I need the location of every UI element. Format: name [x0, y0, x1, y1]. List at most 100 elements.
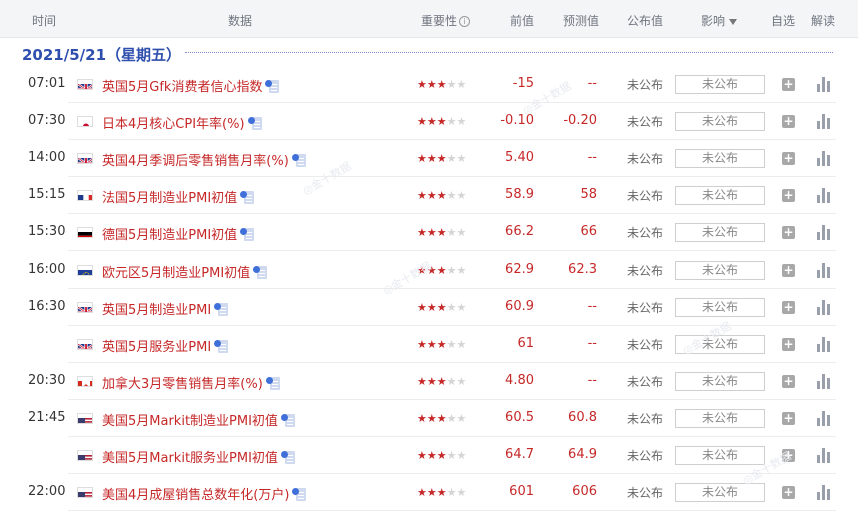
report-icon[interactable]	[291, 154, 306, 168]
chart-icon[interactable]	[817, 448, 831, 463]
table-row[interactable]: 美国5月Markit服务业PMI初值 ★★★★★ 64.7 64.9 未公布 未公布 +	[0, 437, 858, 474]
table-row[interactable]: 15:30 德国5月制造业PMI初值 ★★★★★ 66.2 66 未公布 未公布 +	[0, 214, 858, 252]
star-filled-icon: ★★★	[417, 263, 447, 277]
table-row[interactable]: 14:00 英国4月季调后零售销售月率(%) ★★★★★ 5.40 -- 未公布 未公布 +	[0, 140, 858, 178]
chart-icon[interactable]	[817, 373, 831, 389]
report-icon[interactable]	[265, 376, 280, 390]
header-forecast: 预测值	[563, 14, 600, 28]
add-watch-button[interactable]: +	[782, 300, 795, 314]
event-name-link[interactable]: 美国5月Markit服务业PMI初值	[102, 447, 295, 466]
star-empty-icon: ★★	[446, 374, 467, 388]
published-value: 未公布	[627, 226, 664, 241]
event-time: 15:30	[28, 224, 66, 240]
add-watch-button[interactable]: +	[782, 337, 795, 351]
add-watch-button[interactable]: +	[782, 449, 795, 462]
add-watch-button[interactable]: +	[782, 152, 795, 166]
table-row[interactable]: 07:01 英国5月Gfk消费者信心指数 ★★★★★ -15 -- 未公布 未公布 +	[0, 66, 858, 103]
impact-box: 未公布	[675, 483, 765, 503]
add-watch-button[interactable]: +	[782, 263, 795, 277]
chart-icon[interactable]	[817, 410, 831, 426]
gb-flag-icon	[77, 153, 93, 165]
de-flag-icon	[77, 227, 93, 239]
event-name-link[interactable]: 英国5月制造业PMI	[102, 299, 229, 318]
chart-icon[interactable]	[817, 151, 831, 167]
report-icon[interactable]	[280, 413, 295, 427]
table-row[interactable]: 21:45 美国5月Markit制造业PMI初值 ★★★★★ 60.5 60.8 未公布未…	[0, 400, 858, 437]
report-icon[interactable]	[265, 80, 280, 93]
chart-icon[interactable]	[817, 114, 831, 130]
table-row[interactable]: 22:00 美国4月成屋销售总数年化(万户) ★★★★★ 601 606 未公布 未公布 +	[0, 474, 858, 512]
add-watch-button[interactable]: +	[782, 189, 795, 203]
report-icon[interactable]	[292, 488, 307, 502]
event-name-link[interactable]: 法国5月制造业PMI初值	[102, 187, 255, 207]
chart-icon[interactable]	[817, 336, 831, 352]
gb-flag-icon	[77, 79, 93, 90]
date-divider	[185, 52, 833, 53]
event-name-link[interactable]: 欧元区5月制造业PMI初值	[102, 262, 268, 281]
published-value: 未公布	[627, 263, 664, 278]
impact-box: 未公布	[675, 260, 765, 280]
date-heading: 2021/5/21（星期五）	[22, 46, 182, 64]
chart-icon[interactable]	[817, 225, 831, 241]
report-icon[interactable]	[214, 302, 229, 316]
forecast-value: --	[587, 372, 597, 388]
star-empty-icon: ★★	[446, 337, 467, 351]
table-row[interactable]: 16:30 英国5月制造业PMI ★★★★★ 60.9 -- 未公布 未公布 +	[0, 289, 858, 326]
previous-value: 60.9	[505, 298, 534, 314]
previous-value: 66.2	[505, 224, 534, 240]
published-value: 未公布	[627, 449, 664, 463]
add-watch-button[interactable]: +	[782, 115, 795, 129]
chart-icon[interactable]	[817, 188, 831, 204]
table-row[interactable]: 07:30 日本4月核心CPI年率(%) ★★★★★ -0.10 -0.20 未公布 未公布…	[0, 103, 858, 141]
event-name-link[interactable]: 美国4月成屋销售总数年化(万户)	[102, 484, 307, 504]
event-name: 加拿大3月零售销售月率(%)	[102, 376, 263, 392]
event-name-link[interactable]: 英国5月Gfk消费者信心指数	[102, 76, 280, 95]
forecast-value: 60.8	[568, 409, 597, 425]
event-name-link[interactable]: 美国5月Markit制造业PMI初值	[102, 410, 295, 429]
star-filled-icon: ★★★	[417, 374, 447, 388]
header-impact[interactable]: 影响	[701, 12, 738, 29]
header-watch: 自选	[771, 14, 796, 28]
event-name: 英国5月Gfk消费者信心指数	[102, 80, 263, 95]
impact-box: 未公布	[675, 112, 765, 132]
chart-icon[interactable]	[817, 77, 831, 92]
event-name-link[interactable]: 英国5月服务业PMI	[102, 336, 229, 355]
add-watch-button[interactable]: +	[782, 226, 795, 240]
star-filled-icon: ★★★	[417, 300, 447, 314]
star-filled-icon: ★★★	[417, 337, 447, 351]
table-row[interactable]: 15:15 法国5月制造业PMI初值 ★★★★★ 58.9 58 未公布 未公布 +	[0, 177, 858, 215]
forecast-value: --	[587, 150, 597, 166]
add-watch-button[interactable]: +	[782, 374, 795, 388]
event-name-link[interactable]: 英国4月季调后零售销售月率(%)	[102, 150, 306, 169]
event-name-link[interactable]: 加拿大3月零售销售月率(%)	[102, 373, 280, 392]
report-icon[interactable]	[214, 339, 229, 353]
star-filled-icon: ★★★	[417, 115, 447, 129]
chart-icon[interactable]	[817, 485, 831, 501]
published-value: 未公布	[627, 337, 664, 352]
importance-stars: ★★★★★	[417, 301, 466, 314]
table-row[interactable]: 16:00 欧元区5月制造业PMI初值 ★★★★★ 62.9 62.3 未公布 未公布 +	[0, 252, 858, 289]
add-watch-button[interactable]: +	[782, 486, 795, 500]
report-icon[interactable]	[240, 228, 255, 242]
caret-down-icon[interactable]	[729, 18, 738, 25]
event-time: 22:00	[28, 484, 66, 500]
chart-icon[interactable]	[817, 262, 831, 278]
event-time: 07:01	[28, 76, 66, 91]
table-row[interactable]: 英国5月服务业PMI ★★★★★ 61 -- 未公布 未公布 +	[0, 326, 858, 363]
event-name: 法国5月制造业PMI初值	[102, 191, 238, 207]
chart-icon[interactable]	[817, 299, 831, 315]
gb-flag-icon	[77, 338, 93, 350]
event-name: 美国4月成屋销售总数年化(万户)	[102, 488, 290, 504]
event-name-link[interactable]: 德国5月制造业PMI初值	[102, 224, 255, 243]
report-icon[interactable]	[240, 191, 255, 205]
star-filled-icon: ★★★	[417, 411, 447, 425]
report-icon[interactable]	[247, 117, 262, 131]
report-icon[interactable]	[253, 265, 268, 279]
info-icon[interactable]: i	[459, 16, 471, 27]
add-watch-button[interactable]: +	[782, 411, 795, 425]
add-watch-button[interactable]: +	[782, 78, 795, 91]
table-row[interactable]: 20:30 加拿大3月零售销售月率(%) ★★★★★ 4.80 -- 未公布 未公布 +	[0, 363, 858, 400]
report-icon[interactable]	[280, 451, 295, 464]
event-name: 英国4月季调后零售销售月率(%)	[102, 154, 289, 170]
event-name-link[interactable]: 日本4月核心CPI年率(%)	[102, 113, 262, 132]
